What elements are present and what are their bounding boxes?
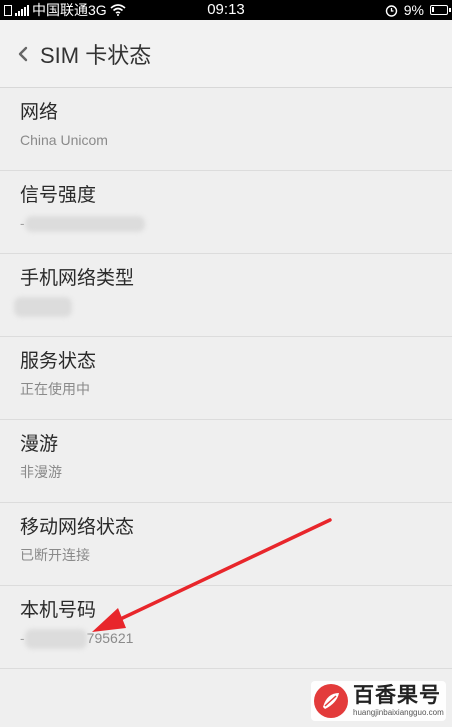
item-title: 手机网络类型: [20, 268, 135, 289]
battery-percent: 9%: [403, 2, 424, 18]
list-item-network-type[interactable]: 手机网络类型: [0, 254, 452, 337]
page-title: SIM 卡状态: [40, 42, 152, 68]
item-value: [14, 295, 452, 318]
list-item-service-state[interactable]: 服务状态 正在使用中: [0, 337, 452, 420]
list-item-roaming[interactable]: 漫游 非漫游: [0, 420, 452, 503]
list-item-signal-strength[interactable]: 信号强度 -: [0, 171, 452, 254]
item-title: 信号强度: [20, 185, 97, 206]
app-header: SIM 卡状态: [0, 20, 452, 88]
item-title: 本机号码: [20, 600, 97, 621]
value-prefix: -: [20, 215, 25, 231]
watermark-name: 百香果号: [353, 684, 441, 707]
alarm-icon: [385, 4, 397, 17]
watermark-text: 百香果号 huangjinbaixiangguo.com: [353, 685, 444, 717]
chevron-left-icon: [18, 46, 28, 61]
item-value: 已断开连接: [20, 547, 90, 563]
item-value: -: [20, 212, 452, 234]
item-title: 服务状态: [20, 351, 97, 372]
value-prefix: -: [20, 630, 25, 646]
status-right: 9%: [385, 0, 451, 20]
item-title: 移动网络状态: [20, 517, 135, 538]
item-title: 网络: [20, 102, 59, 123]
redacted-value: [14, 297, 72, 318]
list-item-network[interactable]: 网络 China Unicom: [0, 88, 452, 171]
item-value: 正在使用中: [20, 381, 90, 397]
sim-status-list: 网络 China Unicom 信号强度 - 手机网络类型 服务状态 正在使用中…: [0, 88, 452, 669]
status-bar: 中国联通3G 09:13 9%: [0, 0, 452, 20]
list-item-phone-number[interactable]: 本机号码 - 795621: [0, 586, 452, 669]
watermark: 百香果号 huangjinbaixiangguo.com: [311, 681, 446, 721]
battery-icon: [430, 5, 451, 15]
item-value: China Unicom: [20, 132, 108, 148]
item-title: 漫游: [20, 434, 59, 455]
back-button[interactable]: [8, 34, 38, 74]
redacted-value: [24, 629, 87, 650]
list-item-mobile-network-state[interactable]: 移动网络状态 已断开连接: [0, 503, 452, 586]
item-value: - 795621: [20, 627, 452, 650]
item-value: 非漫游: [20, 464, 62, 480]
passion-fruit-logo-icon: [314, 684, 348, 718]
value-suffix: 795621: [86, 630, 134, 646]
watermark-url: huangjinbaixiangguo.com: [353, 708, 444, 717]
redacted-value: [24, 216, 145, 233]
